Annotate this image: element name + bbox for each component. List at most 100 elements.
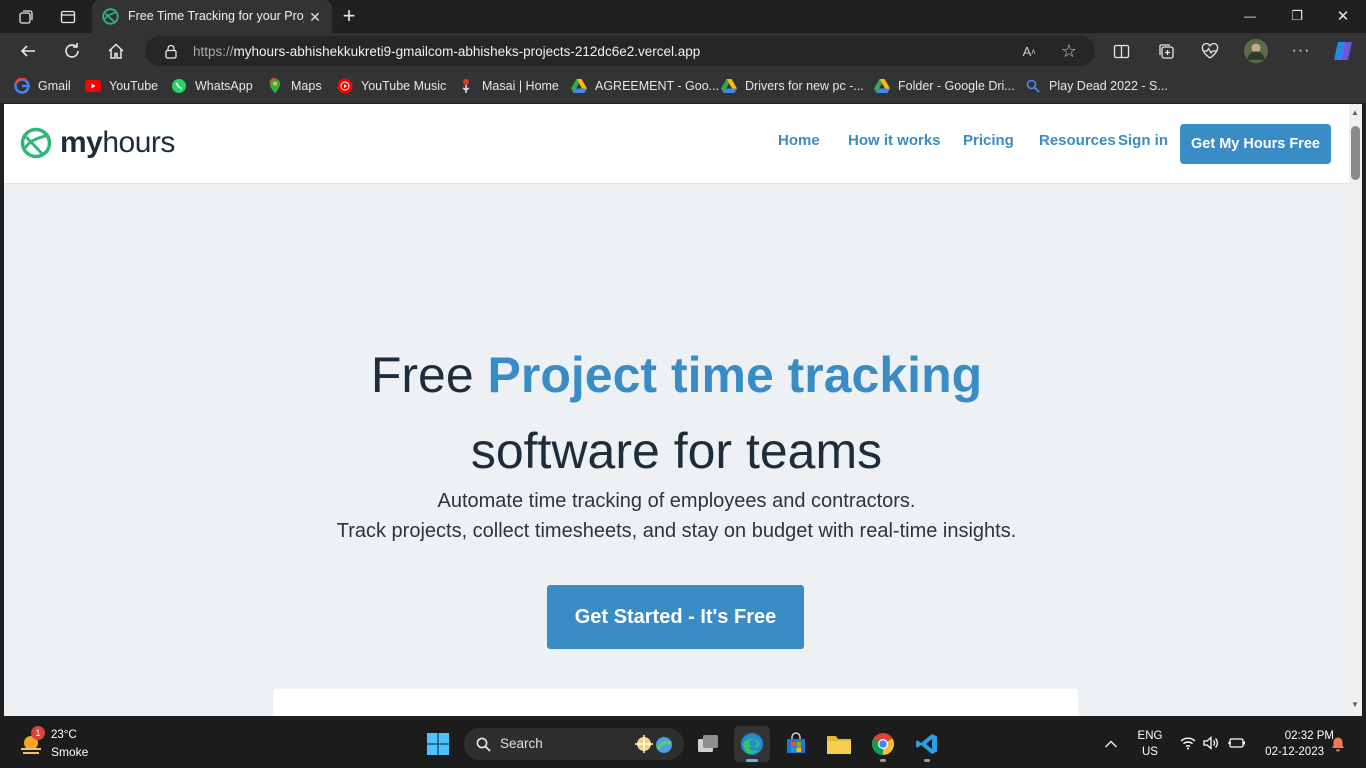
bookmark-label: YouTube Music (361, 79, 447, 93)
bookmark-gmail[interactable]: Gmail (14, 77, 71, 95)
nav-pricing[interactable]: Pricing (963, 132, 1014, 149)
more-options-icon[interactable]: ··· (1290, 41, 1312, 61)
bookmark-maps[interactable]: Maps (267, 77, 322, 95)
vscode-icon (916, 734, 937, 754)
close-tab-icon[interactable]: ✕ (306, 8, 324, 26)
task-view-button[interactable] (690, 726, 726, 762)
clock-time[interactable]: 02:32 PM (1256, 730, 1334, 742)
language-indicator-line2[interactable]: US (1136, 746, 1164, 758)
split-screen-icon[interactable] (1111, 41, 1131, 61)
taskbar-store[interactable] (778, 726, 814, 762)
bookmark-play-dead[interactable]: Play Dead 2022 - S... (1025, 77, 1168, 95)
hero-subtitle-1: Automate time tracking of employees and … (437, 490, 916, 512)
bookmark-agreement[interactable]: AGREEMENT - Goo... (571, 77, 719, 95)
back-icon[interactable] (18, 41, 38, 61)
hero-title-highlight: Project time tracking (487, 347, 983, 403)
bookmark-youtube[interactable]: YouTube (85, 77, 158, 95)
product-preview-card (273, 689, 1078, 716)
taskbar-search-box[interactable]: Search (464, 728, 684, 760)
open-app-indicator (924, 759, 930, 762)
search-highlight-icon (634, 733, 676, 760)
battery-icon[interactable] (1227, 736, 1245, 755)
active-tab[interactable]: Free Time Tracking for your Proje ✕ (92, 0, 332, 33)
minimize-icon[interactable]: — (1238, 6, 1262, 26)
bookmark-label: Maps (291, 79, 322, 93)
taskbar-search-label: Search (500, 736, 543, 751)
bookmark-label: Play Dead 2022 - S... (1049, 79, 1168, 93)
profile-avatar-icon[interactable] (1244, 39, 1268, 63)
bookmark-label: Folder - Google Dri... (898, 79, 1015, 93)
nav-resources[interactable]: Resources (1039, 132, 1116, 149)
url-scheme: https:// (193, 44, 234, 59)
read-aloud-icon[interactable]: Aᴧ (1019, 42, 1039, 60)
bookmark-label: Gmail (38, 79, 71, 93)
windows-taskbar: 1 23°C Smoke Search ENG US 02:32 PM 02-1… (0, 720, 1366, 768)
tab-title: Free Time Tracking for your Proje (128, 9, 304, 23)
youtube-music-icon (337, 78, 353, 94)
volume-icon[interactable] (1203, 736, 1219, 755)
logo-wordmark[interactable]: myhours (60, 126, 175, 160)
bookmark-masai[interactable]: Masai | Home (458, 77, 559, 95)
workspaces-icon[interactable] (16, 7, 36, 27)
wifi-icon[interactable] (1180, 736, 1196, 755)
home-icon[interactable] (106, 41, 126, 61)
nav-sign-in[interactable]: Sign in (1118, 132, 1168, 149)
get-my-hours-free-button[interactable]: Get My Hours Free (1180, 124, 1331, 164)
logo-regular-part: hours (102, 126, 175, 159)
bookmark-drivers[interactable]: Drivers for new pc -... (721, 77, 864, 95)
lock-icon[interactable] (163, 43, 179, 59)
bookmark-label: WhatsApp (195, 79, 253, 93)
restore-icon[interactable]: ❐ (1285, 6, 1309, 26)
scrollbar-thumb[interactable] (1351, 126, 1360, 180)
get-started-button[interactable]: Get Started - It's Free (547, 585, 804, 649)
bookmark-folder[interactable]: Folder - Google Dri... (874, 77, 1015, 95)
taskbar-edge[interactable] (734, 726, 770, 762)
scroll-up-arrow-icon[interactable]: ▲ (1351, 108, 1359, 117)
collections-icon[interactable] (1156, 41, 1176, 61)
whatsapp-icon (171, 78, 187, 94)
window-close-icon[interactable]: ✕ (1331, 6, 1355, 26)
bookmark-label: Drivers for new pc -... (745, 79, 864, 93)
clock-date[interactable]: 02-12-2023 (1256, 746, 1324, 758)
address-bar[interactable]: https://myhours-abhishekkukreti9-gmailco… (145, 36, 1095, 66)
weather-condition: Smoke (51, 745, 89, 759)
bookmark-youtube-music[interactable]: YouTube Music (337, 77, 446, 95)
browser-toolbar: https://myhours-abhishekkukreti9-gmailco… (0, 33, 1366, 69)
weather-temperature: 23°C (51, 729, 77, 741)
scroll-down-arrow-icon[interactable]: ▼ (1351, 700, 1359, 709)
url-host-path: myhours-abhishekkukreti9-gmailcom-abhish… (233, 44, 701, 59)
page-scrollbar[interactable]: ▲ ▼ (1349, 104, 1362, 716)
url-text[interactable]: https://myhours-abhishekkukreti9-gmailco… (193, 44, 700, 59)
open-app-indicator (880, 759, 886, 762)
google-drive-icon (571, 78, 587, 94)
myhours-logo-icon[interactable] (20, 127, 52, 159)
taskbar-vscode[interactable] (909, 726, 945, 762)
taskbar-chrome[interactable] (865, 726, 901, 762)
chevron-up-icon[interactable] (1104, 736, 1118, 754)
bookmarks-bar: Gmail YouTube WhatsApp Maps YouTube Musi… (0, 69, 1366, 103)
google-drive-icon (721, 78, 737, 94)
logo-bold-part: my (60, 126, 103, 159)
copilot-icon[interactable] (1330, 38, 1356, 64)
refresh-icon[interactable] (62, 41, 82, 61)
new-tab-icon[interactable]: + (338, 2, 360, 30)
nav-home[interactable]: Home (778, 132, 820, 149)
nav-how-it-works[interactable]: How it works (848, 132, 941, 149)
vertical-tabs-icon[interactable] (58, 7, 78, 27)
language-indicator-line1[interactable]: ENG (1136, 730, 1164, 742)
bookmark-label: YouTube (109, 79, 159, 93)
site-header: myhours Home How it works Pricing Resour… (4, 104, 1349, 184)
myhours-favicon-icon (102, 8, 119, 25)
favorite-star-icon[interactable]: ☆ (1059, 41, 1079, 61)
chrome-icon (872, 733, 894, 755)
bookmark-whatsapp[interactable]: WhatsApp (171, 77, 253, 95)
taskbar-file-explorer[interactable] (821, 726, 857, 762)
google-icon (14, 78, 30, 94)
browser-essentials-icon[interactable] (1200, 41, 1220, 61)
notification-bell-icon[interactable] (1331, 736, 1345, 757)
hero-title-line2: software for teams (470, 423, 883, 479)
bookmark-label: Masai | Home (482, 79, 559, 93)
start-button[interactable] (420, 726, 456, 762)
search-icon (1025, 78, 1041, 94)
page-viewport: myhours Home How it works Pricing Resour… (4, 104, 1349, 716)
